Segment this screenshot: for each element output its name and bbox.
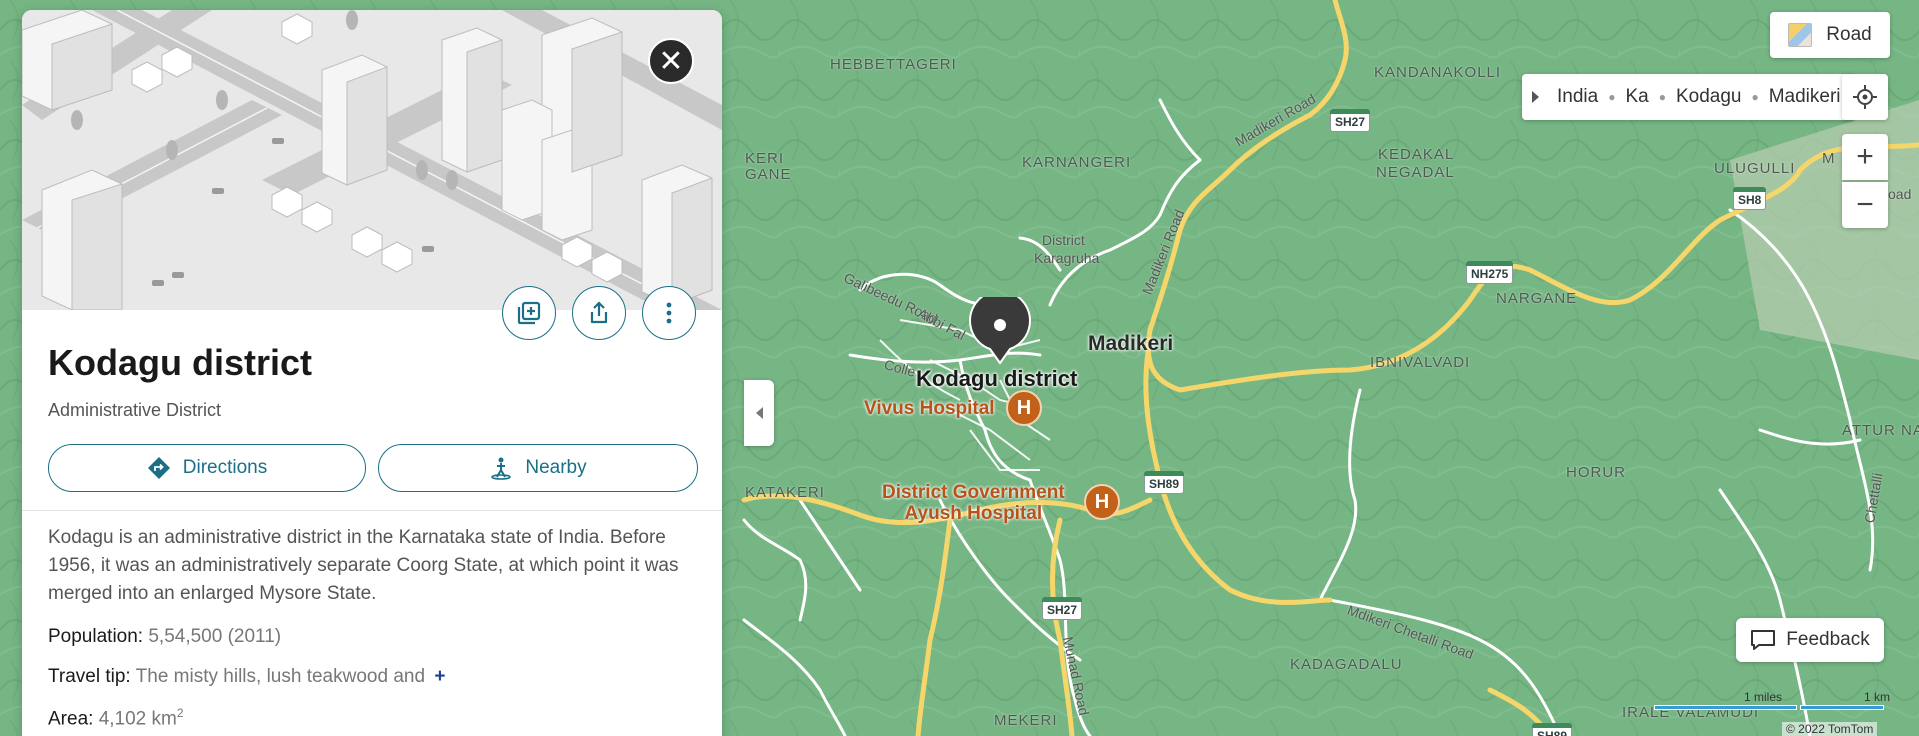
place-label: KADAGADALU <box>1290 656 1403 673</box>
map-style-button[interactable]: Road <box>1770 12 1890 58</box>
place-label: NARGANE <box>1496 290 1578 307</box>
place-label: Karagruha <box>1034 250 1100 266</box>
plus-icon: + <box>1856 140 1874 173</box>
feedback-icon <box>1751 630 1776 650</box>
scale-km-label: 1 km <box>1864 690 1891 704</box>
place-label: M <box>1822 150 1836 167</box>
app: HEBBETTAGERI KANDANAKOLLI KEDAKAL NEGADA… <box>0 0 1919 736</box>
info-panel: ✕ Kodagu district Administrative Distric… <box>22 10 722 736</box>
road-label: oad <box>1888 186 1912 202</box>
share-icon <box>590 301 608 324</box>
fact-key: Area: <box>48 708 94 730</box>
breadcrumb-separator: ● <box>1751 90 1759 104</box>
city-illustration <box>22 10 722 310</box>
poi-label-vivus-hospital[interactable]: Vivus Hospital <box>864 398 995 419</box>
poi-label-ayush-hospital[interactable]: District Government Ayush Hospital <box>882 482 1065 524</box>
place-label: KEDAKAL <box>1378 146 1455 163</box>
location-pin-icon[interactable] <box>968 297 1032 365</box>
route-shield: SH27 <box>1042 597 1083 620</box>
scale-bar-miles <box>1654 705 1797 710</box>
save-button[interactable] <box>502 286 556 340</box>
zoom-out-button[interactable]: − <box>1842 182 1888 228</box>
route-shield: SH8 <box>1733 187 1767 210</box>
place-description: Kodagu is an administrative district in … <box>48 527 679 604</box>
fact-population: Population: 5,54,500 (2011) <box>48 626 281 648</box>
route-shield: NH275 <box>1466 261 1514 284</box>
hero-illustration <box>22 10 722 310</box>
hospital-icon[interactable]: H <box>1084 484 1120 520</box>
scale-bar-km <box>1800 705 1884 710</box>
minus-icon: − <box>1856 188 1874 221</box>
place-label: ATTUR NA <box>1842 422 1919 439</box>
more-options-button[interactable] <box>642 286 696 340</box>
breadcrumb-item[interactable]: Kodagu <box>1676 86 1742 108</box>
close-icon: ✕ <box>658 44 684 78</box>
breadcrumb-separator: ● <box>1608 90 1616 104</box>
hospital-icon[interactable]: H <box>1006 390 1042 426</box>
share-button[interactable] <box>572 286 626 340</box>
breadcrumb-expand-icon[interactable] <box>1532 91 1539 103</box>
fact-travel-tip: Travel tip: The misty hills, lush teakwo… <box>48 666 445 688</box>
save-icon <box>517 301 541 325</box>
place-category: Administrative District <box>48 400 222 420</box>
place-title: Kodagu district <box>48 342 313 383</box>
scale-miles-label: 1 miles <box>1744 690 1783 704</box>
poi-label-line: Ayush Hospital <box>904 503 1043 524</box>
route-shield: SH89 <box>1532 723 1573 736</box>
place-label: NEGADAL <box>1376 164 1455 181</box>
copyright-text: © 2022 TomTom <box>1782 722 1878 736</box>
breadcrumb-item[interactable]: Ka <box>1625 86 1648 108</box>
breadcrumb-separator: ● <box>1658 90 1666 104</box>
locate-me-button[interactable] <box>1842 74 1888 120</box>
nearby-label: Nearby <box>525 457 587 478</box>
fact-area: Area: 4,102 km2 <box>48 706 184 730</box>
place-label: GANE <box>745 166 792 183</box>
place-label: KARNANGERI <box>1022 154 1132 171</box>
expand-icon[interactable]: + <box>434 666 445 687</box>
route-shield: SH27 <box>1330 109 1371 132</box>
breadcrumb-item[interactable]: India <box>1557 86 1598 108</box>
nearby-button[interactable]: Nearby <box>378 444 698 492</box>
more-icon <box>666 302 672 324</box>
directions-icon <box>147 457 170 479</box>
place-label: KERI <box>745 150 785 167</box>
breadcrumb-item[interactable]: Madikeri <box>1769 86 1841 108</box>
road-map-icon <box>1788 23 1813 47</box>
collapse-panel-button[interactable] <box>744 380 774 446</box>
divider <box>22 510 722 511</box>
fact-unit-superscript: 2 <box>176 706 184 720</box>
chevron-left-icon <box>755 407 763 419</box>
place-label: KATAKERI <box>745 484 825 501</box>
poi-label-line: District Government <box>882 482 1065 503</box>
close-button[interactable]: ✕ <box>648 38 694 84</box>
place-label: KANDANAKOLLI <box>1374 64 1502 81</box>
fact-value: The misty hills, lush teakwood and <box>135 666 426 687</box>
fact-key: Travel tip: <box>48 666 131 687</box>
place-label: HORUR <box>1566 464 1626 481</box>
place-label: HEBBETTAGERI <box>830 56 957 73</box>
place-label: MEKERI <box>994 712 1058 729</box>
route-shield: SH89 <box>1144 471 1185 494</box>
pin-label: Kodagu district <box>916 366 1078 391</box>
breadcrumb: India ● Ka ● Kodagu ● Madikeri <box>1522 74 1855 120</box>
map-style-label: Road <box>1826 24 1872 45</box>
fact-value: 5,54,500 (2011) <box>148 626 282 647</box>
nearby-icon <box>491 457 512 480</box>
place-label: ULUGULLI <box>1714 160 1796 177</box>
fact-key: Population: <box>48 626 144 647</box>
place-label: IBNIVALVADI <box>1370 354 1471 371</box>
city-label-madikeri: Madikeri <box>1088 332 1174 355</box>
fact-value: 4,102 km <box>98 708 177 730</box>
zoom-in-button[interactable]: + <box>1842 134 1888 180</box>
place-label: District <box>1042 232 1085 248</box>
directions-button[interactable]: Directions <box>48 444 366 492</box>
feedback-label: Feedback <box>1786 629 1870 650</box>
feedback-button[interactable]: Feedback <box>1736 618 1884 662</box>
locate-icon <box>1853 85 1877 109</box>
directions-label: Directions <box>182 457 268 478</box>
